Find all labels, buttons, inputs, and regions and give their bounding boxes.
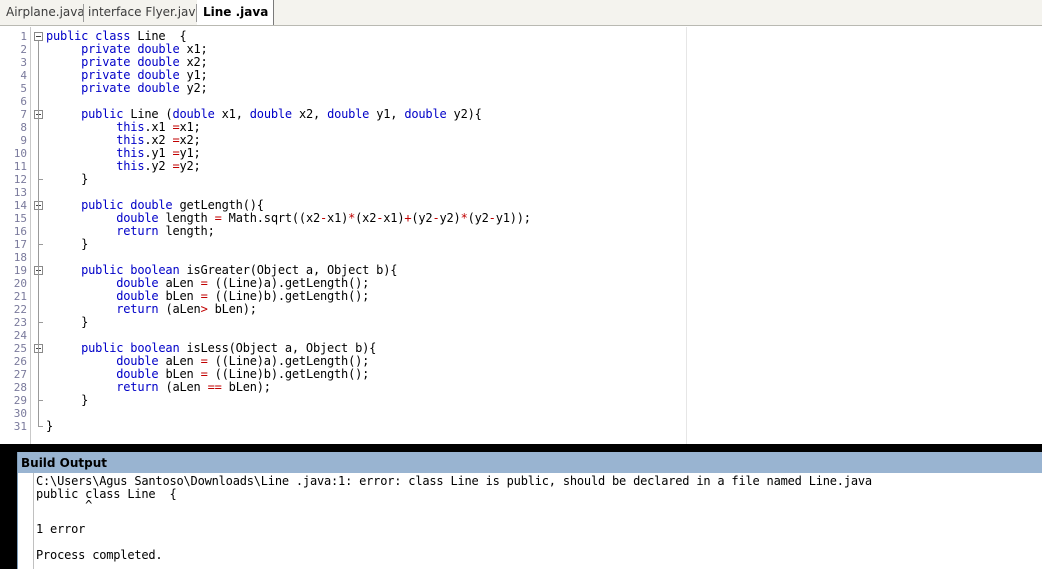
- line-number: 30: [13, 407, 27, 420]
- line-number: 17: [13, 238, 27, 251]
- code-editor[interactable]: 1 2 3 4 5 6 7 8 9 10 11 12 13 14 15 16 17 18 19 20 21 22 23 24 2…: [0, 27, 1042, 444]
- line-number: 31: [13, 420, 27, 433]
- code-line: private double y2;: [81, 81, 208, 95]
- line-number: 29: [13, 394, 27, 407]
- editor-tab-bar: Airplane.java interface Flyer.java Line …: [0, 0, 1042, 26]
- tab-separator: [83, 4, 84, 22]
- build-output-title: Build Output: [18, 452, 1042, 473]
- line-number: 15: [13, 212, 27, 225]
- line-number: 20: [13, 277, 27, 290]
- code-line: }: [46, 419, 54, 433]
- line-number: 14: [13, 199, 27, 212]
- fold-toggle-icon[interactable]: [34, 32, 43, 41]
- tab-interface-flyer-java[interactable]: interface Flyer.java: [88, 0, 203, 25]
- fold-end-marker: [38, 400, 43, 401]
- line-number: 3: [20, 56, 27, 69]
- line-number: 11: [13, 160, 27, 173]
- line-number: 7: [20, 108, 27, 121]
- line-number: 6: [20, 95, 27, 108]
- print-margin-line: [686, 27, 687, 444]
- line-number: 19: [13, 264, 27, 277]
- build-output-gutter-line: [33, 473, 34, 569]
- output-line: ^: [36, 498, 93, 512]
- line-number: 12: [13, 173, 27, 186]
- line-number: 16: [13, 225, 27, 238]
- line-number: 1: [20, 30, 27, 43]
- line-number: 25: [13, 342, 27, 355]
- line-number: 26: [13, 355, 27, 368]
- line-number: 28: [13, 381, 27, 394]
- code-line: }: [46, 315, 89, 329]
- build-output-body[interactable]: C:\Users\Agus Santoso\Downloads\Line .ja…: [18, 473, 1042, 569]
- fold-end-marker: [38, 322, 43, 323]
- fold-end-marker: [38, 244, 43, 245]
- fold-end-marker: [38, 179, 43, 180]
- tab-airplane-java[interactable]: Airplane.java: [6, 0, 85, 25]
- line-number: 4: [20, 69, 27, 82]
- code-line: }: [46, 172, 89, 186]
- line-number: 5: [20, 82, 27, 95]
- line-number: 10: [13, 147, 27, 160]
- tab-line-java[interactable]: Line .java: [197, 0, 275, 25]
- output-line: 1 error: [36, 522, 86, 536]
- output-line: Process completed.: [36, 548, 163, 562]
- line-number: 24: [13, 329, 27, 342]
- line-number: 8: [20, 121, 27, 134]
- code-line: }: [46, 393, 89, 407]
- line-number: 18: [13, 251, 27, 264]
- fold-guide-line: [38, 41, 39, 426]
- line-number: 9: [20, 134, 27, 147]
- line-number: 22: [13, 303, 27, 316]
- build-output-frame: Build Output C:\Users\Agus Santoso\Downl…: [0, 444, 1042, 569]
- code-line: }: [46, 237, 89, 251]
- build-output-panel: Build Output C:\Users\Agus Santoso\Downl…: [17, 452, 1042, 569]
- line-number-gutter: 1 2 3 4 5 6 7 8 9 10 11 12 13 14 15 16 17 18 19 20 21 22 23 24 2…: [0, 27, 31, 444]
- line-number: 21: [13, 290, 27, 303]
- line-number: 23: [13, 316, 27, 329]
- line-number: 2: [20, 43, 27, 56]
- line-number: 27: [13, 368, 27, 381]
- fold-end-marker: [38, 426, 43, 427]
- line-number: 13: [13, 186, 27, 199]
